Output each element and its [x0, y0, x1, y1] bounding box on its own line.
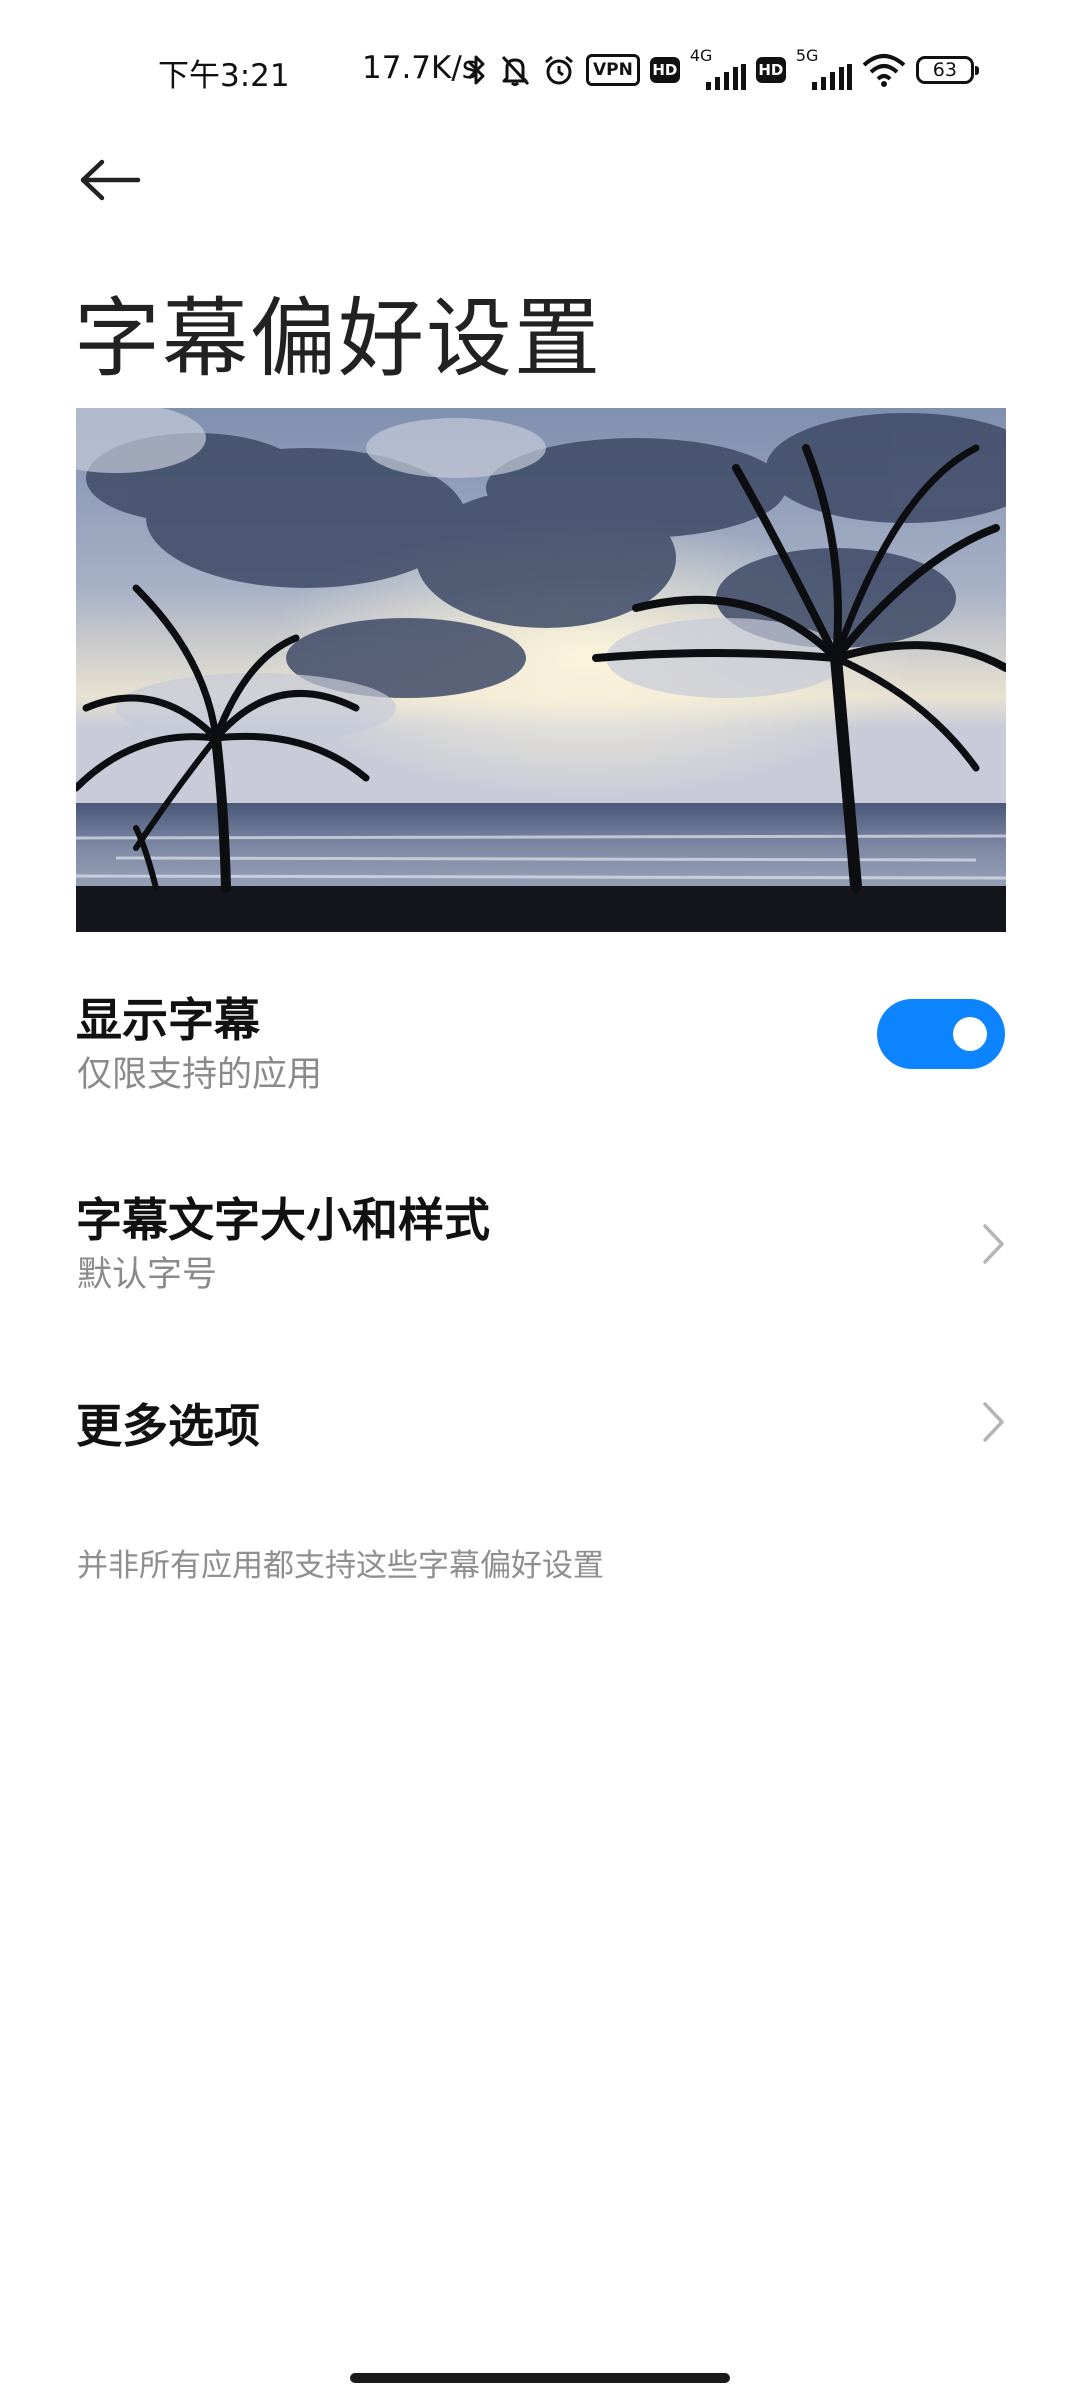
chevron-right-icon [983, 1402, 1004, 1442]
signal-4g-icon: 4G [690, 46, 746, 90]
screen: 下午3:21 17.7K/s VPN HD 4G HD 5G 63 字幕偏好设置… [0, 0, 1080, 2400]
status-bar: 下午3:21 17.7K/s VPN HD 4G HD 5G 63 [0, 0, 1080, 140]
more-options-row[interactable]: 更多选项 [0, 1360, 1080, 1480]
show-captions-toggle[interactable] [877, 999, 1005, 1069]
more-options-title: 更多选项 [76, 1399, 260, 1453]
home-indicator[interactable] [350, 2373, 730, 2383]
show-captions-subtitle: 仅限支持的应用 [77, 1055, 323, 1095]
arrow-left-icon [80, 159, 141, 201]
status-time: 下午3:21 [158, 58, 290, 94]
alarm-icon [542, 53, 576, 87]
hd-icon: HD [649, 57, 680, 83]
mute-bell-icon [498, 53, 532, 87]
page-title: 字幕偏好设置 [74, 289, 602, 389]
bluetooth-icon [466, 53, 488, 87]
toggle-knob [953, 1017, 987, 1051]
show-captions-title: 显示字幕 [76, 993, 260, 1047]
network-speed: 17.7K/s [362, 50, 478, 86]
caption-preview-image [76, 408, 1006, 932]
support-footnote: 并非所有应用都支持这些字幕偏好设置 [77, 1548, 604, 1584]
back-button[interactable] [70, 145, 150, 215]
signal-5g-icon: 5G [796, 46, 852, 90]
hd-icon: HD [755, 57, 786, 83]
battery-icon: 63 [915, 56, 979, 84]
caption-size-style-title: 字幕文字大小和样式 [76, 1193, 490, 1247]
wifi-icon [862, 53, 906, 87]
vpn-icon: VPN [586, 54, 640, 86]
caption-size-style-subtitle: 默认字号 [77, 1255, 218, 1295]
caption-size-style-row[interactable]: 字幕文字大小和样式 默认字号 [0, 1160, 1080, 1310]
network-generation-5g: 5G [795, 46, 819, 65]
status-icons: VPN HD 4G HD 5G 63 [466, 46, 979, 92]
chevron-right-icon [983, 1224, 1004, 1264]
network-generation-4g: 4G [689, 46, 713, 65]
